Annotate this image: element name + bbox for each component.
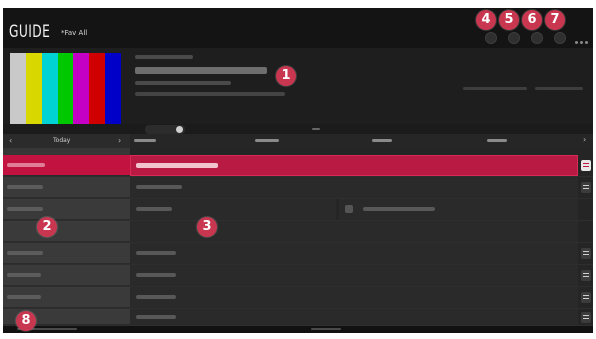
program-name xyxy=(136,273,176,277)
color-bar xyxy=(25,53,42,124)
footer-hint xyxy=(311,328,341,330)
callout-badge: 1 xyxy=(276,66,296,86)
reminder-icon[interactable] xyxy=(581,182,591,193)
date-navigation: ‹ Today › xyxy=(3,134,130,148)
channel-name xyxy=(7,207,43,211)
time-slot xyxy=(372,139,392,142)
chevron-right-icon[interactable]: › xyxy=(118,136,121,145)
program-name xyxy=(136,295,176,299)
color-bar xyxy=(10,53,26,124)
callout-badge: 3 xyxy=(197,217,217,237)
search-icon[interactable] xyxy=(554,32,566,44)
guide-row[interactable] xyxy=(3,243,593,265)
program-preview xyxy=(3,48,593,124)
program-name xyxy=(136,251,176,255)
guide-row[interactable] xyxy=(3,155,593,177)
color-bar xyxy=(89,53,106,124)
reminder-icon[interactable] xyxy=(581,270,591,281)
program-name xyxy=(136,163,218,168)
guide-row[interactable] xyxy=(3,309,593,326)
channel-name xyxy=(7,163,45,167)
time-bar: ‹ Today › › xyxy=(3,134,593,148)
callout-badge: 8 xyxy=(16,311,36,331)
guide-row[interactable] xyxy=(3,177,593,199)
guide-row[interactable] xyxy=(3,287,593,309)
time-slot xyxy=(134,139,156,142)
channel-cell[interactable] xyxy=(3,177,130,198)
callout-badge: 6 xyxy=(522,10,542,30)
program-cell[interactable] xyxy=(130,265,578,286)
chevron-right-icon[interactable]: › xyxy=(583,135,586,144)
channel-name xyxy=(7,295,41,299)
program-description-text xyxy=(135,92,285,96)
program-cell[interactable] xyxy=(130,177,578,198)
program-name xyxy=(136,185,182,189)
screenshot-frame: GUIDE *Fav All ‹ Today › › 1 2 3 4 5 6 7… xyxy=(0,0,596,339)
divider-mark xyxy=(312,128,320,130)
program-cell[interactable] xyxy=(130,199,336,220)
guide-row[interactable] xyxy=(3,221,593,243)
program-name xyxy=(136,315,176,319)
program-cell[interactable] xyxy=(339,199,578,220)
reminder-icon[interactable] xyxy=(581,312,591,323)
program-list-icon[interactable] xyxy=(485,32,497,44)
callout-badge: 7 xyxy=(545,10,565,30)
watch-button[interactable] xyxy=(463,87,527,90)
channel-cell[interactable] xyxy=(3,155,130,176)
date-label: Today xyxy=(53,137,71,144)
live-toggle[interactable] xyxy=(145,125,185,134)
channel-cell[interactable] xyxy=(3,243,130,264)
channel-name xyxy=(7,185,43,189)
reminder-icon[interactable] xyxy=(581,160,591,171)
time-slot xyxy=(255,139,279,142)
reminder-icon[interactable] xyxy=(581,292,591,303)
channel-cell[interactable] xyxy=(3,287,130,308)
channel-name xyxy=(7,273,41,277)
guide-row[interactable] xyxy=(3,199,593,221)
chevron-left-icon[interactable]: ‹ xyxy=(9,136,12,145)
schedule-icon[interactable] xyxy=(508,32,520,44)
program-title-text xyxy=(135,67,267,74)
channel-cell[interactable] xyxy=(3,221,130,242)
color-bar xyxy=(73,53,90,124)
channel-cell[interactable] xyxy=(3,265,130,286)
program-time-text xyxy=(135,81,231,85)
program-name xyxy=(136,207,172,211)
record-button[interactable] xyxy=(535,87,583,90)
record-icon xyxy=(345,205,353,213)
more-options-icon[interactable] xyxy=(573,36,589,48)
color-bar xyxy=(57,53,74,124)
callout-badge: 5 xyxy=(499,10,519,30)
program-cell[interactable] xyxy=(130,155,578,176)
footer-bar xyxy=(3,326,593,333)
channel-info-text xyxy=(135,55,193,59)
page-title: GUIDE xyxy=(9,22,51,42)
filter-dropdown[interactable]: *Fav All xyxy=(61,29,87,37)
time-slot xyxy=(487,139,507,142)
tv-guide-screen: GUIDE *Fav All ‹ Today › › xyxy=(3,8,593,333)
live-tv-preview-image xyxy=(10,53,122,124)
channel-cell[interactable] xyxy=(3,199,130,220)
reminder-icon[interactable] xyxy=(581,248,591,259)
program-cell[interactable] xyxy=(130,309,578,325)
guide-row[interactable] xyxy=(3,265,593,287)
callout-badge: 2 xyxy=(37,217,57,237)
program-cell[interactable] xyxy=(130,243,578,264)
callout-badge: 4 xyxy=(476,10,496,30)
program-cell[interactable] xyxy=(130,287,578,308)
channel-name xyxy=(7,251,43,255)
color-bar xyxy=(41,53,58,124)
color-bar xyxy=(105,53,122,124)
program-name xyxy=(363,207,435,211)
recordings-icon[interactable] xyxy=(531,32,543,44)
